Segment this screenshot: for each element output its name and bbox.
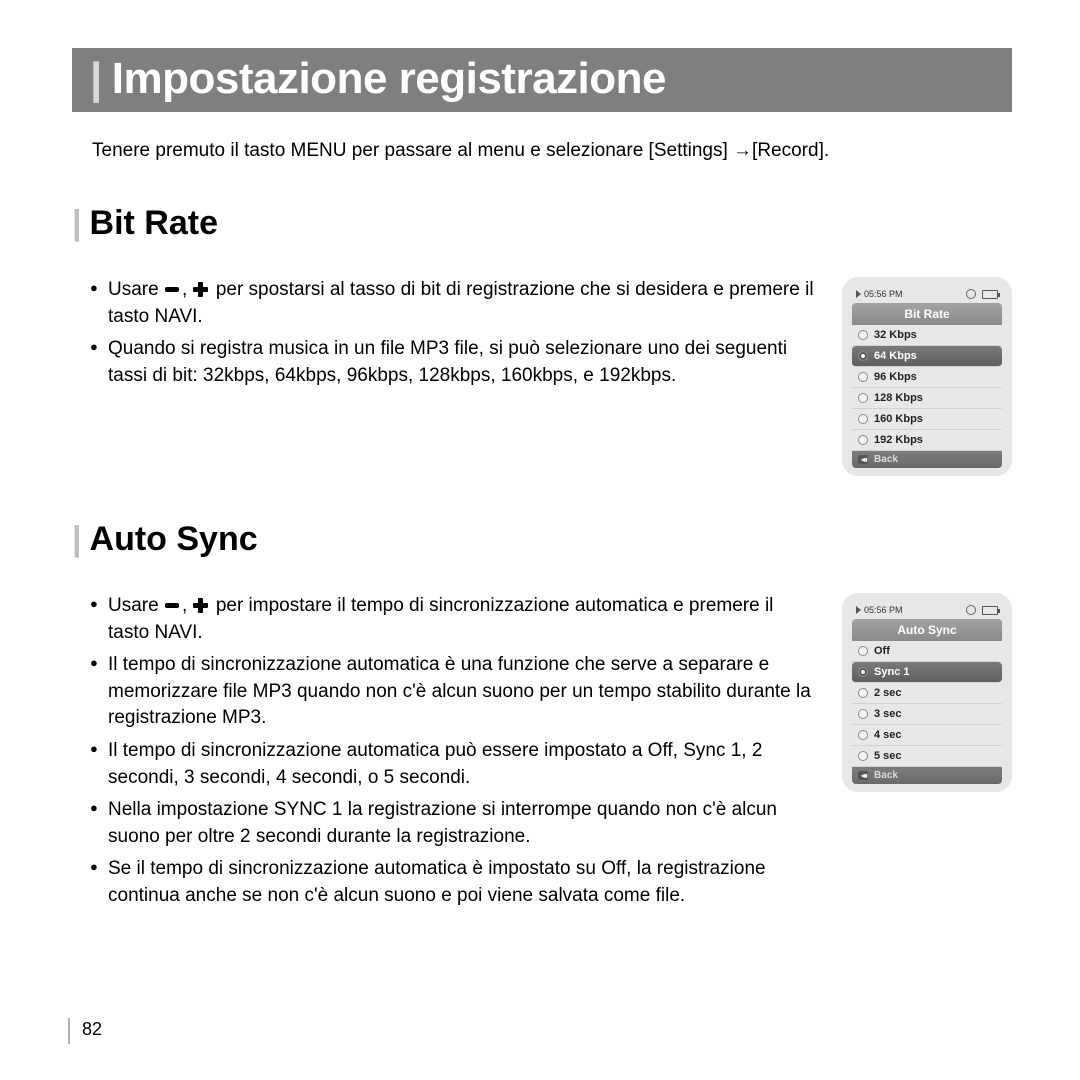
bullet-text-pre: Usare [108,595,164,616]
device-menu-title: Bit Rate [852,303,1002,325]
device-menu-label: Sync 1 [874,666,909,678]
minus-icon [164,284,182,296]
page-title: Impostazione registrazione [112,54,666,103]
device-menu-label: 5 sec [874,750,902,762]
minus-icon [164,600,182,612]
bitrate-bullets: Usare , per spostarsi al tasso di bit di… [72,277,818,395]
device-back-row[interactable]: ◂◂ Back [852,767,1002,784]
heading-pipe-icon: | [72,204,82,243]
list-item: Usare , per spostarsi al tasso di bit di… [90,277,818,330]
device-menu-label: 3 sec [874,708,902,720]
list-item: Usare , per impostare il tempo di sincro… [90,593,818,646]
heading-text: Bit Rate [90,204,218,243]
page-title-bar: | Impostazione registrazione [72,48,1012,112]
radio-icon [858,330,868,340]
device-menu-label: 2 sec [874,687,902,699]
device-menu-item[interactable]: Off [852,641,1002,662]
rewind-icon: ◂◂ [858,455,868,464]
device-menu-label: 160 Kbps [874,413,923,425]
back-label: Back [874,454,898,465]
list-item: Nella impostazione SYNC 1 la registrazio… [90,797,818,850]
radio-icon [858,730,868,740]
radio-icon [858,372,868,382]
device-menu-item[interactable]: 3 sec [852,704,1002,725]
radio-icon [858,351,868,361]
radio-icon [858,646,868,656]
device-menu-item[interactable]: 128 Kbps [852,388,1002,409]
plus-icon [193,284,211,296]
device-menu-label: 128 Kbps [874,392,923,404]
radio-icon [858,393,868,403]
bullet-text-pre: Usare [108,279,164,300]
device-menu-item[interactable]: 160 Kbps [852,409,1002,430]
device-time: 05:56 PM [864,289,903,299]
list-item: Il tempo di sincronizzazione automatica … [90,738,818,791]
device-time: 05:56 PM [864,605,903,615]
device-menu-item[interactable]: 2 sec [852,683,1002,704]
section-heading: | Auto Sync [72,520,1012,559]
device-menu-label: 96 Kbps [874,371,917,383]
back-label: Back [874,770,898,781]
device-menu-item[interactable]: Sync 1 [852,662,1002,683]
autosync-bullets: Usare , per impostare il tempo di sincro… [72,593,818,916]
device-menu-item[interactable]: 96 Kbps [852,367,1002,388]
device-screenshot-bitrate: 05:56 PM Bit Rate 32 Kbps 64 Kbps 96 Kbps 1… [842,277,1012,476]
device-menu-label: Off [874,645,890,657]
device-status-bar: 05:56 PM [852,603,1002,619]
status-icon [966,605,976,615]
device-menu-item[interactable]: 4 sec [852,725,1002,746]
device-menu-title: Auto Sync [852,619,1002,641]
bullet-text-post: per spostarsi al tasso di bit di registr… [108,279,814,327]
play-icon [856,606,861,614]
radio-icon [858,688,868,698]
device-menu-item[interactable]: 192 Kbps [852,430,1002,451]
title-pipe-icon: | [90,54,101,103]
page-marker-bar [68,1018,70,1044]
rewind-icon: ◂◂ [858,771,868,780]
section-heading: | Bit Rate [72,204,1012,243]
device-menu-label: 192 Kbps [874,434,923,446]
device-menu-label: 64 Kbps [874,350,917,362]
section-auto-sync: | Auto Sync Usare , per impostare il tem… [72,520,1012,916]
device-menu-label: 32 Kbps [874,329,917,341]
radio-icon [858,414,868,424]
battery-icon [982,606,998,615]
list-item: Il tempo di sincronizzazione automatica … [90,652,818,732]
heading-text: Auto Sync [90,520,258,559]
device-back-row[interactable]: ◂◂ Back [852,451,1002,468]
radio-icon [858,435,868,445]
device-menu-label: 4 sec [874,729,902,741]
list-item: Se il tempo di sincronizzazione automati… [90,856,818,909]
section-bit-rate: | Bit Rate Usare , per spostarsi al tass… [72,204,1012,476]
page-number: 82 [82,1019,102,1040]
intro-text: Tenere premuto il tasto MENU per passare… [92,140,1012,162]
plus-icon [193,600,211,612]
heading-pipe-icon: | [72,520,82,559]
device-menu-item[interactable]: 64 Kbps [852,346,1002,367]
play-icon [856,290,861,298]
device-screenshot-autosync: 05:56 PM Auto Sync Off Sync 1 2 sec 3 sec 4 … [842,593,1012,792]
device-menu-item[interactable]: 32 Kbps [852,325,1002,346]
radio-icon [858,709,868,719]
device-status-bar: 05:56 PM [852,287,1002,303]
list-item: Quando si registra musica in un file MP3… [90,336,818,389]
device-menu-item[interactable]: 5 sec [852,746,1002,767]
battery-icon [982,290,998,299]
radio-icon [858,667,868,677]
status-icon [966,289,976,299]
radio-icon [858,751,868,761]
